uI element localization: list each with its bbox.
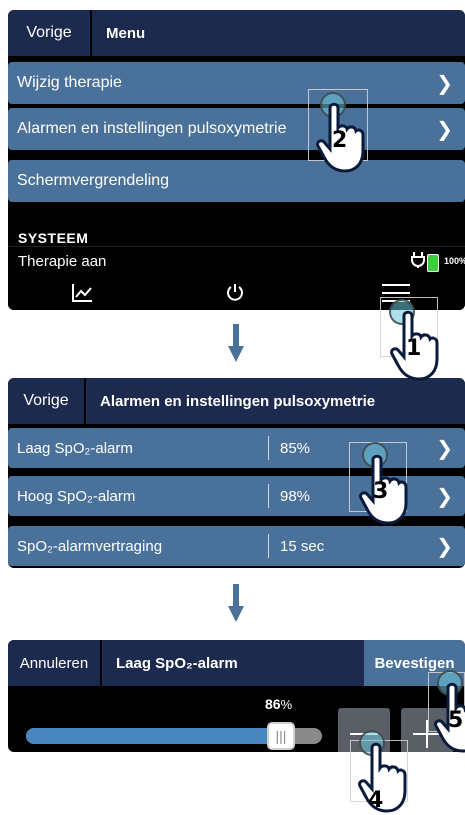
step-number: 1 [406, 336, 422, 361]
menu-screen: Vorige Menu Wijzig therapie ❯ Alarmen en… [8, 10, 465, 310]
step-number: 5 [448, 708, 464, 733]
arrow-down-icon [228, 324, 244, 362]
therapy-status: Therapie aan [18, 253, 107, 270]
slider-unit: % [280, 697, 293, 712]
setting-label: Hoog SpO₂-alarm [17, 487, 136, 505]
low-spo2-alarm-editor: Annuleren Laag SpO₂-alarm Bevestigen 86%… [8, 640, 465, 752]
power-icon[interactable] [205, 276, 265, 310]
back-button[interactable]: Vorige [8, 10, 92, 56]
menu-item-label: Schermvergrendeling [17, 172, 170, 189]
menu-item-alarms-pulse-oximetry[interactable]: Alarmen en instellingen pulsoxymetrie ❯ [8, 108, 465, 150]
battery-percentage: 100% [443, 256, 465, 266]
page-title: Menu [106, 24, 146, 42]
menu-header: Vorige Menu [8, 10, 465, 56]
slider-handle[interactable]: ||| [267, 722, 295, 750]
editor-header: Annuleren Laag SpO₂-alarm Bevestigen [8, 640, 465, 686]
section-heading: SYSTEEM [18, 230, 89, 246]
divider [268, 534, 269, 558]
plug-icon [411, 252, 425, 273]
menu-item-label: Alarmen en instellingen pulsoxymetrie [17, 120, 287, 137]
status-bar: Therapie aan 100% [8, 246, 465, 276]
arrow-down-icon [228, 584, 244, 622]
setting-label: Laag SpO₂-alarm [17, 439, 133, 457]
menu-item-change-therapy[interactable]: Wijzig therapie ❯ [8, 62, 465, 104]
cancel-button[interactable]: Annuleren [8, 640, 102, 686]
setting-row-spo2-alarm-delay[interactable]: SpO₂-alarmvertraging 15 sec ❯ [8, 526, 465, 566]
setting-label: SpO₂-alarmvertraging [17, 537, 163, 555]
battery-icon [427, 254, 439, 272]
step-number: 2 [332, 128, 348, 153]
divider [268, 484, 269, 508]
setting-value: 15 sec [280, 537, 325, 555]
step-number: 4 [368, 788, 384, 813]
chevron-right-icon: ❯ [436, 535, 453, 558]
slider-fill [26, 728, 285, 744]
back-button[interactable]: Vorige [8, 378, 86, 424]
slider-value-readout: 86% [265, 696, 292, 712]
chevron-right-icon: ❯ [436, 485, 453, 508]
trend-chart-icon[interactable] [52, 276, 112, 310]
chevron-right-icon: ❯ [436, 437, 453, 460]
chevron-right-icon: ❯ [436, 118, 453, 141]
chevron-right-icon: ❯ [436, 72, 453, 95]
slider-value: 86 [265, 696, 281, 712]
page-title: Laag SpO₂-alarm [116, 654, 238, 672]
divider [268, 436, 269, 460]
menu-item-label: Wijzig therapie [17, 74, 122, 91]
step-number: 3 [373, 479, 389, 504]
page-title: Alarmen en instellingen pulsoxymetrie [100, 392, 376, 410]
setting-value: 98% [280, 487, 311, 505]
menu-item-screen-lock[interactable]: Schermvergrendeling [8, 160, 465, 202]
alarm-settings-header: Vorige Alarmen en instellingen pulsoxyme… [8, 378, 465, 424]
setting-value: 85% [280, 439, 311, 457]
